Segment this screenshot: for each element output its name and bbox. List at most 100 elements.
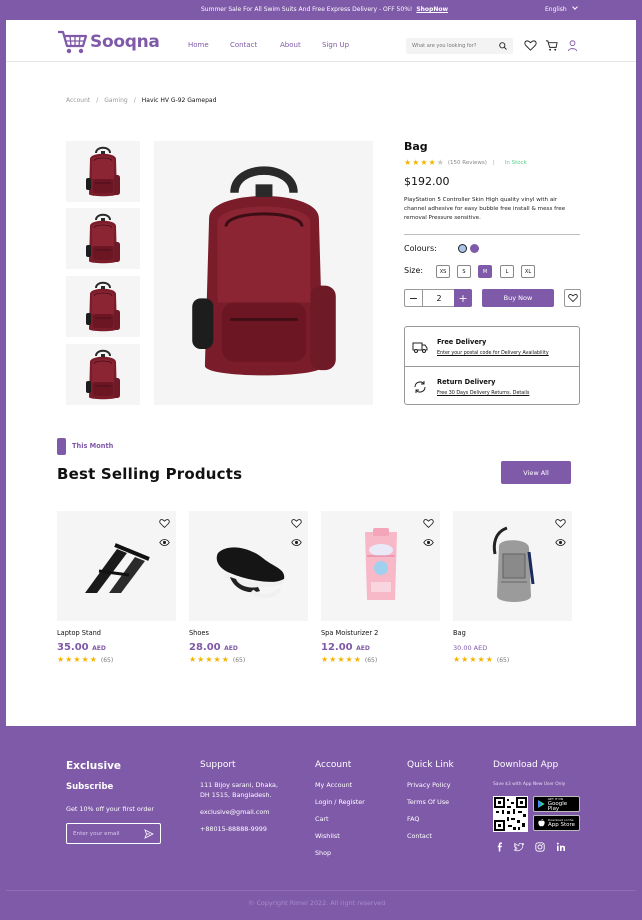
page-content: Summer Sale For All Swim Suits And Free … xyxy=(6,0,636,726)
star-icon: ★ xyxy=(89,655,97,664)
footer-link-shop[interactable]: Shop xyxy=(315,848,365,858)
twitter-icon[interactable] xyxy=(514,842,524,852)
eye-icon[interactable] xyxy=(159,537,170,548)
footer-download: Download App Save $3 with App New User O… xyxy=(493,760,565,790)
product-name: Laptop Stand xyxy=(57,629,101,637)
star-icon: ★ xyxy=(197,655,205,664)
user-icon[interactable] xyxy=(566,39,579,52)
footer-link-cart[interactable]: Cart xyxy=(315,814,365,824)
language-selector[interactable]: English xyxy=(545,4,578,13)
add-to-wishlist-button[interactable] xyxy=(564,289,581,307)
footer-subscribe-title: Subscribe xyxy=(66,782,114,792)
product-rating: ★ ★ ★ ★ ★ (150 Reviews) | In Stock xyxy=(404,159,527,167)
postal-code-link[interactable]: Enter your postal code for Delivery Avai… xyxy=(437,351,549,356)
thumbnail-2[interactable] xyxy=(66,208,140,269)
view-all-button[interactable]: View All xyxy=(501,461,571,484)
backpack-image xyxy=(85,213,121,264)
star-icon: ★ xyxy=(81,655,89,664)
email-input[interactable] xyxy=(73,827,139,841)
product-price: 12.00 AED xyxy=(321,642,370,653)
search-icon[interactable] xyxy=(499,42,507,50)
section-marker xyxy=(57,438,66,455)
size-xs[interactable]: XS xyxy=(436,265,450,278)
eye-icon[interactable] xyxy=(291,537,302,548)
eye-icon[interactable] xyxy=(555,537,566,548)
free-delivery-title: Free Delivery xyxy=(437,338,487,346)
footer-phone[interactable]: +88015-88888-9999 xyxy=(200,824,278,834)
site-footer: Exclusive Subscribe Get 10% off your fir… xyxy=(6,726,636,920)
colour-swatch-purple[interactable] xyxy=(470,244,479,253)
footer-quick-link: Quick Link Privacy Policy Terms Of Use F… xyxy=(407,760,454,848)
product-rating: ★ ★ ★ ★ ★ (65) xyxy=(453,656,509,664)
wishlist-heart-icon[interactable] xyxy=(524,39,537,52)
star-icon: ★ xyxy=(321,655,329,664)
footer-email[interactable]: exclusive@gmail.com xyxy=(200,807,278,817)
thumbnail-4[interactable] xyxy=(66,344,140,405)
footer-link-terms-of-use[interactable]: Terms Of Use xyxy=(407,797,454,807)
google-play-button[interactable]: GET IT ON Google Play xyxy=(533,796,580,812)
star-icon: ★ xyxy=(73,655,81,664)
size-s[interactable]: S xyxy=(457,265,471,278)
logo-text: Sooqna xyxy=(90,32,160,52)
footer-link-faq[interactable]: FAQ xyxy=(407,814,454,824)
search-input[interactable] xyxy=(412,38,494,54)
footer-link-login-register[interactable]: Login / Register xyxy=(315,797,365,807)
footer-link-wishlist[interactable]: Wishlist xyxy=(315,831,365,841)
size-label: Size: xyxy=(404,266,424,275)
quantity-value[interactable]: 2 xyxy=(423,290,455,306)
star-icon: ★ xyxy=(420,158,428,167)
colour-swatch-blue[interactable] xyxy=(458,244,467,253)
qr-code-icon[interactable] xyxy=(493,796,528,832)
footer-link-contact[interactable]: Contact xyxy=(407,831,454,841)
heart-icon[interactable] xyxy=(159,518,170,529)
star-icon: ★ xyxy=(404,158,412,167)
rating-count: (65) xyxy=(496,656,510,664)
footer-link-my-account[interactable]: My Account xyxy=(315,780,365,790)
heart-icon[interactable] xyxy=(423,518,434,529)
footer-account: Account My Account Login / Register Cart… xyxy=(315,760,365,865)
nav-about[interactable]: About xyxy=(280,41,301,49)
quantity-stepper: − 2 + xyxy=(404,289,472,307)
eye-icon[interactable] xyxy=(423,537,434,548)
footer-support-title: Support xyxy=(200,760,236,770)
heart-icon[interactable] xyxy=(555,518,566,529)
breadcrumb-gaming[interactable]: Gaming xyxy=(104,97,127,104)
details-link[interactable]: Details xyxy=(513,391,530,396)
breadcrumb-account[interactable]: Account xyxy=(66,97,90,104)
product-price: 28.00 AED xyxy=(189,642,238,653)
shop-now-link[interactable]: ShopNow xyxy=(416,6,448,13)
product-name: Bag xyxy=(453,629,466,637)
thumbnail-3[interactable] xyxy=(66,276,140,337)
cart-icon[interactable] xyxy=(545,39,558,52)
footer-exclusive-title: Exclusive xyxy=(66,760,122,772)
footer-exclusive: Exclusive Subscribe Get 10% off your fir… xyxy=(66,760,154,814)
backpack-image xyxy=(85,349,121,400)
star-icon: ★ xyxy=(213,655,221,664)
linkedin-icon[interactable] xyxy=(556,842,566,852)
increase-quantity-button[interactable]: + xyxy=(454,289,472,307)
logo[interactable]: Sooqna xyxy=(57,28,160,56)
buy-now-button[interactable]: Buy Now xyxy=(482,289,554,307)
footer-link-privacy-policy[interactable]: Privacy Policy xyxy=(407,780,454,790)
facebook-icon[interactable] xyxy=(495,842,505,852)
star-icon: ★ xyxy=(345,655,353,664)
thumbnail-1[interactable] xyxy=(66,141,140,202)
instagram-icon[interactable] xyxy=(535,842,545,852)
chevron-down-icon xyxy=(571,4,578,10)
rating-count: (65) xyxy=(364,656,378,664)
backpack-image xyxy=(85,146,121,197)
review-count: (150 Reviews) xyxy=(447,160,487,166)
send-icon[interactable] xyxy=(144,829,154,839)
nav-contact[interactable]: Contact xyxy=(230,41,257,49)
size-l[interactable]: L xyxy=(500,265,514,278)
nav-sign-up[interactable]: Sign Up xyxy=(322,41,349,49)
product-rating: ★ ★ ★ ★ ★ (65) xyxy=(57,656,113,664)
nav-home[interactable]: Home xyxy=(188,41,209,49)
size-xl[interactable]: XL xyxy=(521,265,535,278)
app-store-button[interactable]: Download on the App Store xyxy=(533,815,580,831)
shoes-image xyxy=(216,547,284,598)
size-m[interactable]: M xyxy=(478,265,492,278)
cart-logo-icon xyxy=(58,30,88,54)
heart-icon[interactable] xyxy=(291,518,302,529)
decrease-quantity-button[interactable]: − xyxy=(405,290,423,306)
